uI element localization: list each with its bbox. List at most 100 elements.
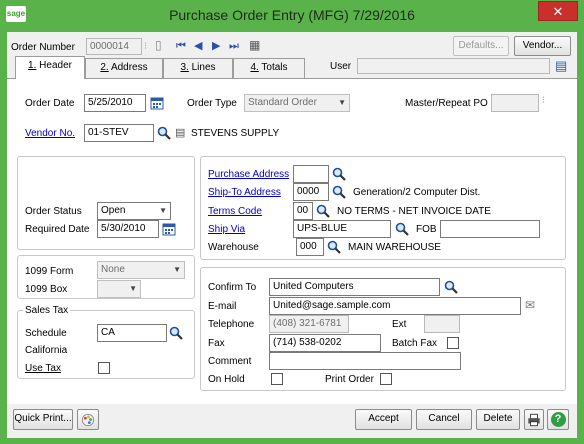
tab-header[interactable]: 1. Header bbox=[15, 56, 85, 79]
schedule-label: Schedule bbox=[25, 328, 67, 339]
print-button[interactable] bbox=[524, 409, 544, 430]
delete-button[interactable]: Delete bbox=[476, 409, 520, 430]
help-button[interactable]: ? bbox=[547, 409, 569, 430]
tab-lines-num: 3. bbox=[180, 62, 189, 73]
color-palette-button[interactable] bbox=[77, 409, 99, 430]
box-1099-select[interactable]: ▼ bbox=[97, 280, 141, 298]
order-number-label: Order Number bbox=[11, 42, 75, 53]
purchase-address-field[interactable] bbox=[293, 165, 329, 183]
close-button[interactable]: ✕ bbox=[538, 1, 578, 21]
batch-fax-label: Batch Fax bbox=[392, 338, 438, 349]
tab-address-label: Address bbox=[110, 62, 148, 73]
required-date-calendar-icon[interactable] bbox=[162, 222, 176, 236]
comment-field[interactable] bbox=[269, 352, 461, 370]
warehouse-search-icon[interactable] bbox=[327, 240, 341, 254]
form-1099-select[interactable]: None ▼ bbox=[97, 261, 185, 279]
tab-totals[interactable]: 4. Totals bbox=[233, 58, 305, 78]
ship-to-address-link[interactable]: Ship-To Address bbox=[208, 187, 281, 198]
email-label: E-mail bbox=[208, 301, 237, 312]
order-date-field[interactable]: 5/25/2010 bbox=[84, 94, 146, 112]
telephone-label: Telephone bbox=[208, 319, 255, 330]
chevron-down-icon: ▼ bbox=[338, 98, 346, 107]
quick-print-button[interactable]: Quick Print... bbox=[13, 409, 73, 430]
client-area: Order Number 0000014 ⁝ ▯ ⏮ ◀ ▶ ⏭ ▦ Defau… bbox=[7, 32, 577, 438]
box-1099-label: 1099 Box bbox=[25, 284, 68, 295]
schedule-search-icon[interactable] bbox=[169, 326, 183, 340]
help-icon: ? bbox=[550, 412, 566, 427]
printer-icon bbox=[528, 413, 540, 427]
ship-to-description: Generation/2 Computer Dist. bbox=[353, 187, 481, 198]
ship-via-link[interactable]: Ship Via bbox=[208, 224, 245, 235]
defaults-button[interactable]: Defaults... bbox=[453, 36, 509, 56]
fax-field[interactable]: (714) 538-0202 bbox=[269, 334, 381, 352]
master-repeat-field[interactable] bbox=[491, 94, 539, 112]
warehouse-description: MAIN WAREHOUSE bbox=[348, 242, 441, 253]
previous-record-icon[interactable]: ◀ bbox=[194, 39, 202, 53]
tab-header-label: Header bbox=[39, 60, 72, 71]
schedule-field[interactable]: CA bbox=[97, 324, 167, 342]
lookup-list-icon[interactable]: ▦ bbox=[249, 38, 260, 52]
ext-field[interactable] bbox=[424, 315, 460, 333]
ship-via-field[interactable]: UPS-BLUE bbox=[293, 220, 391, 238]
ship-to-address-field[interactable]: 0000 bbox=[293, 183, 329, 201]
use-tax-checkbox[interactable] bbox=[98, 362, 110, 374]
tab-address-num: 2. bbox=[100, 62, 109, 73]
fob-field[interactable] bbox=[440, 220, 540, 238]
order-number-field[interactable]: 0000014 bbox=[86, 38, 142, 55]
accept-button[interactable]: Accept bbox=[355, 409, 412, 430]
order-status-select[interactable]: Open ▼ bbox=[97, 202, 171, 220]
on-hold-checkbox[interactable] bbox=[271, 373, 283, 385]
order-type-label: Order Type bbox=[187, 98, 237, 109]
chevron-down-icon: ▼ bbox=[173, 265, 181, 274]
ship-to-search-icon[interactable] bbox=[332, 185, 346, 199]
confirm-to-field[interactable]: United Computers bbox=[269, 278, 440, 296]
form-1099-value: None bbox=[101, 264, 125, 275]
master-repeat-label: Master/Repeat PO bbox=[405, 98, 488, 109]
order-type-value: Standard Order bbox=[248, 97, 317, 108]
confirm-to-search-icon[interactable] bbox=[444, 280, 458, 294]
order-type-select[interactable]: Standard Order ▼ bbox=[244, 94, 350, 112]
terms-code-link[interactable]: Terms Code bbox=[208, 206, 262, 217]
terms-code-field[interactable]: 00 bbox=[293, 202, 313, 220]
print-order-checkbox[interactable] bbox=[380, 373, 392, 385]
next-record-icon[interactable]: ▶ bbox=[212, 39, 220, 53]
tab-lines-label: Lines bbox=[191, 62, 216, 73]
batch-fax-checkbox[interactable] bbox=[447, 337, 459, 349]
user-field bbox=[357, 58, 550, 74]
print-order-label: Print Order bbox=[325, 374, 374, 385]
send-email-icon[interactable]: ✉ bbox=[525, 298, 535, 312]
palette-icon bbox=[81, 413, 95, 427]
next-master-icon[interactable]: ⁝ bbox=[542, 94, 545, 108]
vendor-search-icon[interactable] bbox=[157, 126, 171, 140]
tab-address[interactable]: 2. Address bbox=[85, 58, 163, 78]
order-date-calendar-icon[interactable] bbox=[150, 96, 164, 110]
tab-lines[interactable]: 3. Lines bbox=[163, 58, 233, 78]
copy-from-icon[interactable]: ▯ bbox=[155, 38, 162, 52]
terms-description: NO TERMS - NET INVOICE DATE bbox=[337, 206, 491, 217]
vendor-button[interactable]: Vendor... bbox=[514, 36, 571, 56]
vendor-no-link[interactable]: Vendor No. bbox=[25, 128, 75, 139]
chevron-down-icon: ▼ bbox=[159, 206, 167, 215]
on-hold-label: On Hold bbox=[208, 374, 245, 385]
email-field[interactable]: United@sage.sample.com bbox=[269, 297, 521, 315]
last-record-icon[interactable]: ⏭ bbox=[229, 39, 239, 53]
terms-search-icon[interactable] bbox=[316, 204, 330, 218]
cancel-button[interactable]: Cancel bbox=[416, 409, 472, 430]
vendor-name: STEVENS SUPPLY bbox=[191, 128, 280, 139]
tab-totals-num: 4. bbox=[250, 62, 259, 73]
purchase-address-link[interactable]: Purchase Address bbox=[208, 169, 289, 180]
warehouse-field[interactable]: 000 bbox=[296, 238, 324, 256]
memo-icon[interactable]: ▤ bbox=[555, 59, 567, 73]
chevron-down-icon: ▼ bbox=[129, 284, 137, 293]
next-number-icon[interactable]: ⁝ bbox=[144, 40, 147, 54]
first-record-icon[interactable]: ⏮ bbox=[176, 39, 186, 53]
purchase-address-search-icon[interactable] bbox=[332, 167, 346, 181]
window-title: Purchase Order Entry (MFG) 7/29/2016 bbox=[169, 7, 415, 23]
vendor-memo-icon[interactable]: ▤ bbox=[175, 126, 185, 140]
fob-label: FOB bbox=[416, 224, 437, 235]
ship-via-search-icon[interactable] bbox=[395, 222, 409, 236]
comment-label: Comment bbox=[208, 356, 252, 367]
vendor-no-field[interactable]: 01-STEV bbox=[84, 124, 154, 142]
required-date-field[interactable]: 5/30/2010 bbox=[97, 220, 159, 238]
telephone-field[interactable]: (408) 321-6781 bbox=[269, 315, 349, 333]
